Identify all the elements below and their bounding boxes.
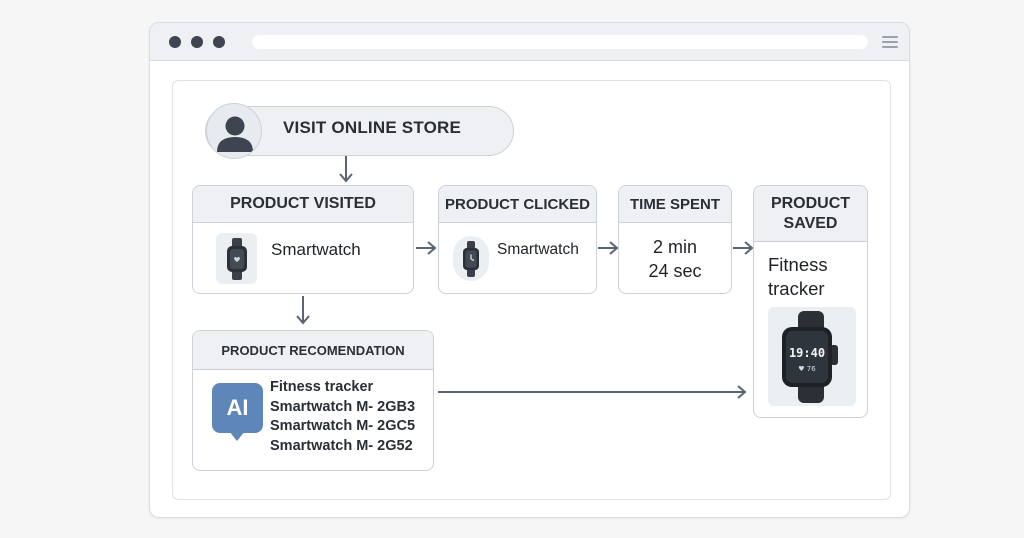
hamburger-menu-icon[interactable]	[882, 36, 898, 48]
smartwatch-icon	[216, 233, 257, 284]
arrow-right-long-icon	[438, 385, 747, 399]
product-saved-title-line2: SAVED	[783, 214, 838, 232]
arrow-right-icon	[733, 241, 754, 255]
recommendation-list: Fitness tracker Smartwatch M- 2GB3 Smart…	[270, 378, 415, 456]
time-spent-value: 2 min 24 sec	[618, 235, 732, 283]
product-visited-title: PRODUCT VISITED	[193, 186, 413, 223]
smartwatch-icon	[453, 236, 489, 281]
product-saved-item-line1: Fitness	[768, 254, 828, 275]
arrow-right-icon	[416, 241, 437, 255]
time-spent-seconds: 24 sec	[648, 261, 702, 281]
tracker-time: 19:40	[789, 346, 825, 360]
visit-store-label: VISIT ONLINE STORE	[283, 118, 462, 137]
minimize-dot-icon[interactable]	[191, 36, 203, 48]
product-saved-item-line2: tracker	[768, 278, 825, 299]
recommendation-item: Smartwatch M- 2G52	[270, 437, 413, 454]
product-recommendation-title: PRODUCT RECOMENDATION	[193, 331, 433, 370]
product-saved-title: PRODUCT SAVED	[754, 186, 867, 242]
product-clicked-title: PRODUCT CLICKED	[439, 186, 596, 223]
fitness-tracker-image: 19:40 ♥ 76	[768, 307, 856, 406]
arrow-down-icon	[339, 156, 353, 183]
ai-chat-icon: AI	[212, 383, 263, 433]
user-avatar-icon	[206, 103, 262, 159]
arrow-right-icon	[598, 241, 619, 255]
product-saved-item: Fitness tracker	[768, 253, 828, 301]
product-saved-title-line1: PRODUCT	[770, 194, 851, 212]
product-visited-item: Smartwatch	[271, 240, 361, 259]
ai-chat-tail	[229, 431, 245, 441]
arrow-down-icon	[296, 296, 310, 325]
browser-titlebar	[150, 23, 909, 61]
recommendation-item: Smartwatch M- 2GB3	[270, 398, 416, 415]
tracker-heart-rate: ♥ 76	[798, 365, 816, 373]
recommendation-item: Smartwatch M- 2GC5	[270, 418, 416, 434]
close-dot-icon[interactable]	[169, 36, 181, 48]
address-bar[interactable]	[252, 35, 868, 49]
recommendation-item: Fitness tracker	[270, 379, 374, 395]
product-clicked-item: Smartwatch	[497, 241, 579, 258]
maximize-dot-icon[interactable]	[213, 36, 225, 48]
time-spent-minutes: 2 min	[652, 237, 697, 257]
time-spent-title: TIME SPENT	[619, 186, 731, 223]
